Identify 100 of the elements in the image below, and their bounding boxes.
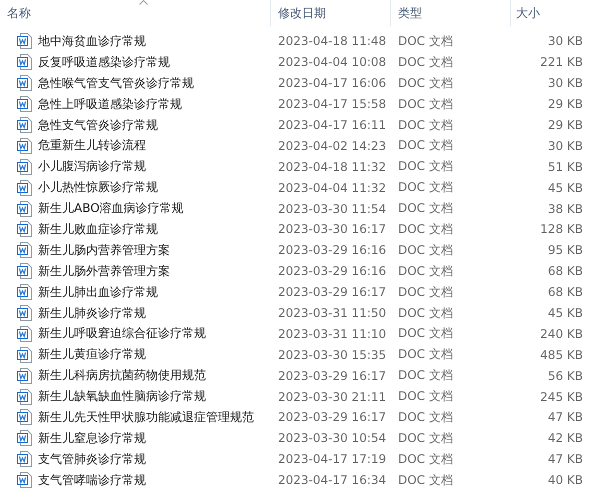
file-name[interactable]: 新生儿肠内营养管理方案 [38, 242, 170, 259]
file-name[interactable]: 新生儿肠外营养管理方案 [38, 262, 170, 280]
file-name[interactable]: 急性支气管炎诊疗常规 [38, 116, 158, 134]
file-type: DOC 文档 [397, 472, 454, 489]
file-type: DOC 文档 [397, 200, 454, 218]
column-header[interactable]: 类型 [391, 0, 511, 26]
modified-date: 2023-04-04 10:08 [277, 55, 388, 70]
modified-date: 2023-03-29 16:17 [277, 410, 388, 424]
column-header[interactable]: 修改日期 [271, 0, 391, 26]
file-name[interactable]: 危重新生儿转诊流程 [38, 137, 146, 154]
word-document-icon [17, 326, 32, 342]
file-type: DOC 文档 [397, 116, 454, 134]
modified-date: 2023-04-17 17:19 [277, 452, 388, 466]
file-type: DOC 文档 [397, 262, 454, 280]
file-size: 68 KB [546, 264, 584, 278]
file-name[interactable]: 小儿热性惊厥诊疗常规 [38, 179, 158, 196]
file-type: DOC 文档 [397, 367, 454, 384]
file-name[interactable]: 地中海贫血诊疗常规 [38, 32, 146, 50]
file-name[interactable]: 新生儿ABO溶血病诊疗常规 [38, 200, 184, 218]
file-name[interactable]: 新生儿黄疸诊疗常规 [38, 346, 146, 364]
file-name[interactable]: 支气管肺炎诊疗常规 [38, 450, 146, 468]
word-document-icon [17, 117, 32, 133]
file-type: DOC 文档 [397, 284, 454, 301]
modified-date: 2023-03-31 11:50 [277, 306, 388, 320]
file-size: 95 KB [546, 243, 584, 258]
file-type: DOC 文档 [397, 96, 454, 113]
word-document-icon [17, 221, 32, 238]
modified-date: 2023-03-29 16:16 [277, 264, 388, 278]
word-document-icon [17, 451, 32, 468]
file-name[interactable]: 新生儿缺氧缺血性脑病诊疗常规 [38, 388, 206, 406]
file-type: DOC 文档 [397, 137, 454, 154]
file-size: 68 KB [546, 285, 584, 300]
file-name[interactable]: 新生儿肺出血诊疗常规 [38, 284, 158, 301]
word-document-icon [17, 368, 32, 384]
modified-date: 2023-03-30 11:54 [277, 202, 388, 216]
file-size: 47 KB [546, 410, 584, 424]
file-type: DOC 文档 [397, 54, 454, 71]
modified-date: 2023-04-04 11:32 [277, 180, 388, 195]
file-type: DOC 文档 [397, 220, 454, 238]
file-size: 245 KB [539, 390, 584, 404]
file-size: 56 KB [546, 368, 584, 383]
file-type: DOC 文档 [397, 74, 454, 92]
file-type: DOC 文档 [397, 450, 454, 468]
modified-date: 2023-04-18 11:48 [277, 34, 388, 48]
file-name[interactable]: 新生儿呼吸窘迫综合征诊疗常规 [38, 325, 206, 342]
word-document-icon [17, 200, 32, 217]
file-size: 45 KB [546, 180, 584, 195]
file-name[interactable]: 新生儿科病房抗菌药物使用规范 [38, 367, 206, 384]
file-size: 42 KB [546, 431, 584, 446]
word-document-icon [17, 75, 32, 92]
file-size: 51 KB [546, 160, 584, 174]
word-document-icon [17, 388, 32, 405]
file-name[interactable]: 新生儿败血症诊疗常规 [38, 220, 158, 238]
file-name[interactable]: 新生儿先天性甲状腺功能减退症管理规范 [38, 408, 254, 426]
file-name[interactable]: 反复呼吸道感染诊疗常规 [38, 54, 170, 71]
word-document-icon [17, 409, 32, 426]
word-document-icon [17, 242, 32, 258]
file-type: DOC 文档 [397, 408, 454, 426]
column-header[interactable]: 名称 [0, 0, 271, 26]
file-size: 485 KB [539, 348, 584, 362]
file-name[interactable]: 新生儿肺炎诊疗常规 [38, 304, 146, 322]
file-name[interactable]: 小儿腹泻病诊疗常规 [38, 158, 146, 176]
file-size: 29 KB [546, 118, 584, 132]
file-size: 240 KB [539, 326, 584, 341]
file-type: DOC 文档 [397, 158, 454, 176]
modified-date: 2023-04-17 15:58 [277, 97, 388, 112]
modified-date: 2023-03-29 16:17 [277, 285, 388, 300]
file-name[interactable]: 新生儿窒息诊疗常规 [38, 430, 146, 447]
file-size: 30 KB [546, 34, 584, 48]
word-document-icon [17, 305, 32, 322]
modified-date: 2023-03-31 11:10 [277, 326, 388, 341]
word-document-icon [17, 138, 32, 154]
word-document-icon [17, 472, 32, 488]
word-document-icon [17, 33, 32, 50]
file-size: 221 KB [539, 55, 584, 70]
file-type: DOC 文档 [397, 346, 454, 364]
modified-date: 2023-03-30 15:35 [277, 348, 388, 362]
file-name[interactable]: 急性喉气管支气管炎诊疗常规 [38, 74, 194, 92]
word-document-icon [17, 284, 32, 300]
column-header[interactable]: 大小 [511, 0, 591, 26]
word-document-icon [17, 180, 32, 196]
file-size: 45 KB [546, 306, 584, 320]
file-type: DOC 文档 [397, 304, 454, 322]
word-document-icon [17, 96, 32, 112]
modified-date: 2023-03-30 10:54 [277, 431, 388, 446]
modified-date: 2023-04-17 16:34 [277, 473, 388, 488]
file-name[interactable]: 支气管哮喘诊疗常规 [38, 472, 146, 489]
file-type: DOC 文档 [397, 242, 454, 259]
modified-date: 2023-04-17 16:06 [277, 76, 388, 90]
file-size: 30 KB [546, 138, 584, 153]
modified-date: 2023-03-30 21:11 [277, 390, 388, 404]
file-name[interactable]: 急性上呼吸道感染诊疗常规 [38, 96, 182, 113]
file-size: 47 KB [546, 452, 584, 466]
word-document-icon [17, 54, 32, 70]
file-size: 30 KB [546, 76, 584, 90]
file-size: 128 KB [539, 222, 584, 236]
modified-date: 2023-03-29 16:16 [277, 243, 388, 258]
file-size: 29 KB [546, 97, 584, 112]
file-type: DOC 文档 [397, 388, 454, 406]
word-document-icon [17, 158, 32, 175]
